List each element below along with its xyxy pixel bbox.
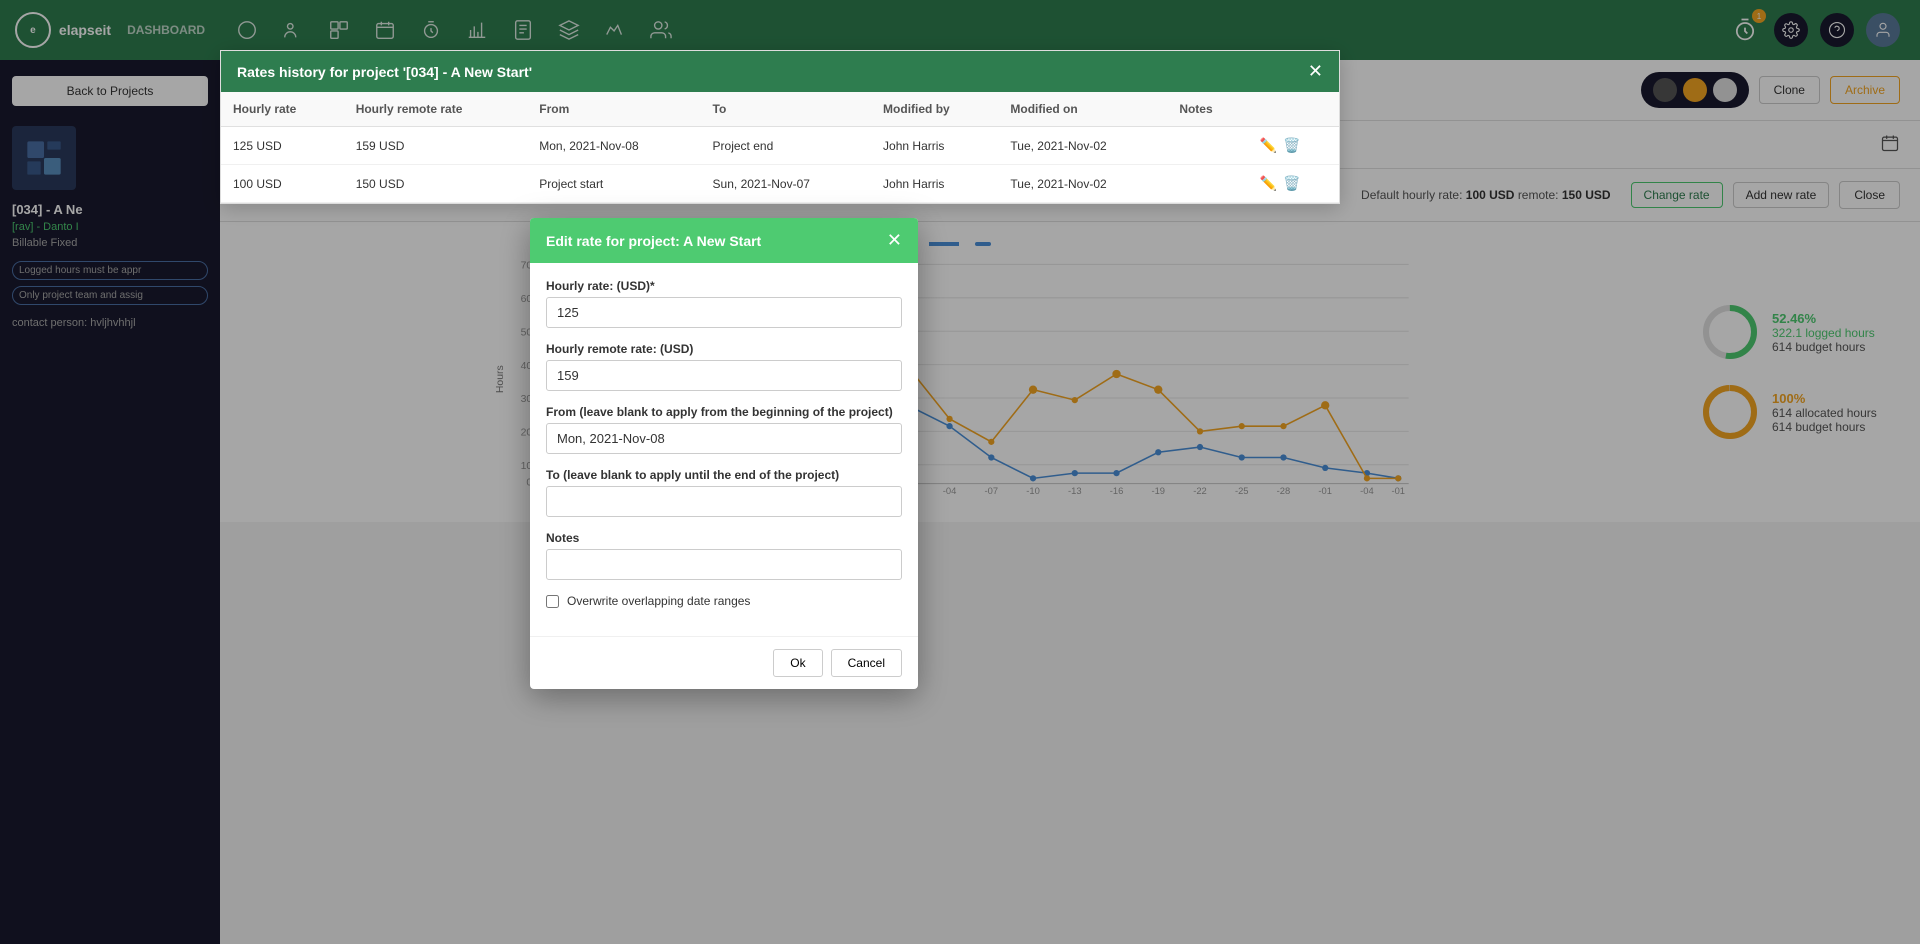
col-to: To (701, 92, 872, 127)
cell-hourly-rate-2: 100 USD (221, 165, 344, 203)
edit-rate-modal: Edit rate for project: A New Start ✕ Hou… (530, 218, 918, 689)
cell-modified-by-1: John Harris (871, 127, 998, 165)
cell-actions-2: ✏️ 🗑️ (1248, 165, 1339, 203)
cell-actions-1: ✏️ 🗑️ (1248, 127, 1339, 165)
rates-history-header: Rates history for project '[034] - A New… (221, 51, 1339, 92)
col-hourly-rate: Hourly rate (221, 92, 344, 127)
rates-history-close[interactable]: ✕ (1308, 61, 1323, 82)
overwrite-checkbox-row: Overwrite overlapping date ranges (546, 594, 902, 608)
overwrite-label: Overwrite overlapping date ranges (567, 594, 750, 608)
cell-modified-on-2: Tue, 2021-Nov-02 (998, 165, 1167, 203)
to-group: To (leave blank to apply until the end o… (546, 468, 902, 517)
edit-rate-1-button[interactable]: ✏️ (1260, 137, 1277, 154)
hourly-remote-input[interactable] (546, 360, 902, 391)
cell-notes-2 (1167, 165, 1248, 203)
edit-modal-body: Hourly rate: (USD)* Hourly remote rate: … (530, 263, 918, 636)
col-notes: Notes (1167, 92, 1248, 127)
cell-notes-1 (1167, 127, 1248, 165)
col-hourly-remote-rate: Hourly remote rate (344, 92, 528, 127)
rates-table-header-row: Hourly rate Hourly remote rate From To M… (221, 92, 1339, 127)
notes-group: Notes (546, 531, 902, 580)
cell-to-1: Project end (701, 127, 872, 165)
ok-button[interactable]: Ok (773, 649, 822, 677)
notes-label: Notes (546, 531, 902, 545)
hourly-remote-group: Hourly remote rate: (USD) (546, 342, 902, 391)
edit-modal-title: Edit rate for project: A New Start (546, 233, 761, 249)
row-actions-2: ✏️ 🗑️ (1260, 175, 1327, 192)
notes-input[interactable] (546, 549, 902, 580)
col-modified-on: Modified on (998, 92, 1167, 127)
cell-modified-by-2: John Harris (871, 165, 998, 203)
rates-table-head: Hourly rate Hourly remote rate From To M… (221, 92, 1339, 127)
col-modified-by: Modified by (871, 92, 998, 127)
col-actions (1248, 92, 1339, 127)
cancel-button[interactable]: Cancel (831, 649, 902, 677)
to-input[interactable] (546, 486, 902, 517)
cell-from-1: Mon, 2021-Nov-08 (527, 127, 700, 165)
edit-rate-2-button[interactable]: ✏️ (1260, 175, 1277, 192)
table-row: 100 USD 150 USD Project start Sun, 2021-… (221, 165, 1339, 203)
from-label: From (leave blank to apply from the begi… (546, 405, 902, 419)
rates-history-title: Rates history for project '[034] - A New… (237, 64, 532, 80)
cell-remote-rate-1: 159 USD (344, 127, 528, 165)
from-input[interactable] (546, 423, 902, 454)
rates-table: Hourly rate Hourly remote rate From To M… (221, 92, 1339, 203)
hourly-remote-label: Hourly remote rate: (USD) (546, 342, 902, 356)
cell-from-2: Project start (527, 165, 700, 203)
cell-modified-on-1: Tue, 2021-Nov-02 (998, 127, 1167, 165)
cell-hourly-rate-1: 125 USD (221, 127, 344, 165)
row-actions-1: ✏️ 🗑️ (1260, 137, 1327, 154)
table-row: 125 USD 159 USD Mon, 2021-Nov-08 Project… (221, 127, 1339, 165)
delete-rate-2-button[interactable]: 🗑️ (1283, 175, 1300, 192)
rates-table-body: 125 USD 159 USD Mon, 2021-Nov-08 Project… (221, 127, 1339, 203)
cell-to-2: Sun, 2021-Nov-07 (701, 165, 872, 203)
edit-modal-close-button[interactable]: ✕ (887, 230, 902, 251)
cell-remote-rate-2: 150 USD (344, 165, 528, 203)
rates-history-modal: Rates history for project '[034] - A New… (220, 50, 1340, 204)
hourly-rate-group: Hourly rate: (USD)* (546, 279, 902, 328)
col-from: From (527, 92, 700, 127)
overwrite-checkbox[interactable] (546, 595, 559, 608)
edit-modal-footer: Ok Cancel (530, 636, 918, 689)
hourly-rate-label: Hourly rate: (USD)* (546, 279, 902, 293)
delete-rate-1-button[interactable]: 🗑️ (1283, 137, 1300, 154)
from-group: From (leave blank to apply from the begi… (546, 405, 902, 454)
edit-modal-header: Edit rate for project: A New Start ✕ (530, 218, 918, 263)
hourly-rate-input[interactable] (546, 297, 902, 328)
to-label: To (leave blank to apply until the end o… (546, 468, 902, 482)
